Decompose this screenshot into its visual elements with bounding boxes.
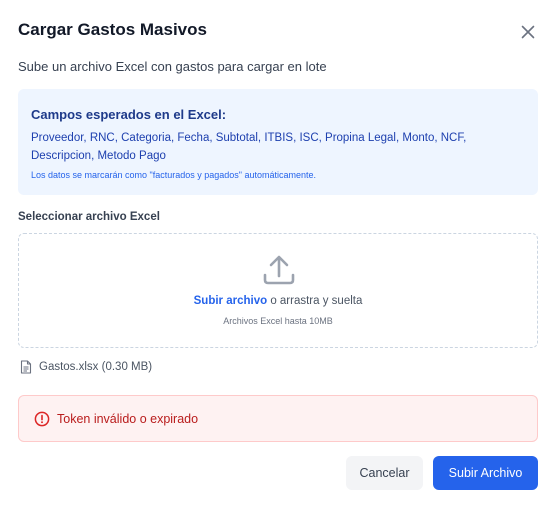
expected-fields-note: Los datos se marcarán como "facturados y… bbox=[31, 170, 317, 180]
close-button[interactable] bbox=[518, 22, 538, 42]
file-select-label: Seleccionar archivo Excel bbox=[18, 211, 160, 223]
upload-file-link[interactable]: Subir archivo bbox=[194, 295, 268, 307]
file-size-hint: Archivos Excel hasta 10MB bbox=[223, 316, 333, 326]
expected-fields-title: Campos esperados en el Excel: bbox=[31, 107, 227, 122]
close-icon bbox=[521, 25, 535, 39]
file-dropzone[interactable]: Subir archivo o arrastra y suelta Archiv… bbox=[18, 233, 538, 348]
dialog-subtitle: Sube un archivo Excel con gastos para ca… bbox=[18, 59, 327, 74]
submit-upload-button[interactable]: Subir Archivo bbox=[433, 456, 538, 490]
dialog-title: Cargar Gastos Masivos bbox=[18, 20, 207, 39]
cancel-button[interactable]: Cancelar bbox=[346, 456, 423, 490]
dropzone-instructions: Subir archivo o arrastra y suelta bbox=[19, 295, 537, 307]
alert-circle-icon bbox=[34, 411, 50, 427]
error-message: Token inválido o expirado bbox=[57, 412, 199, 426]
selected-file: Gastos.xlsx (0.30 MB) bbox=[20, 359, 152, 375]
expected-fields-list: Proveedor, RNC, Categoria, Fecha, Subtot… bbox=[31, 132, 467, 162]
drag-drop-text: o arrastra y suelta bbox=[267, 295, 363, 307]
error-alert: Token inválido o expirado bbox=[18, 395, 538, 442]
expected-fields-panel: Campos esperados en el Excel: Proveedor,… bbox=[18, 89, 538, 195]
upload-expenses-dialog: Cargar Gastos Masivos Sube un archivo Ex… bbox=[0, 0, 554, 509]
file-icon bbox=[20, 360, 32, 374]
upload-icon bbox=[263, 255, 295, 285]
selected-file-name: Gastos.xlsx (0.30 MB) bbox=[39, 361, 153, 373]
